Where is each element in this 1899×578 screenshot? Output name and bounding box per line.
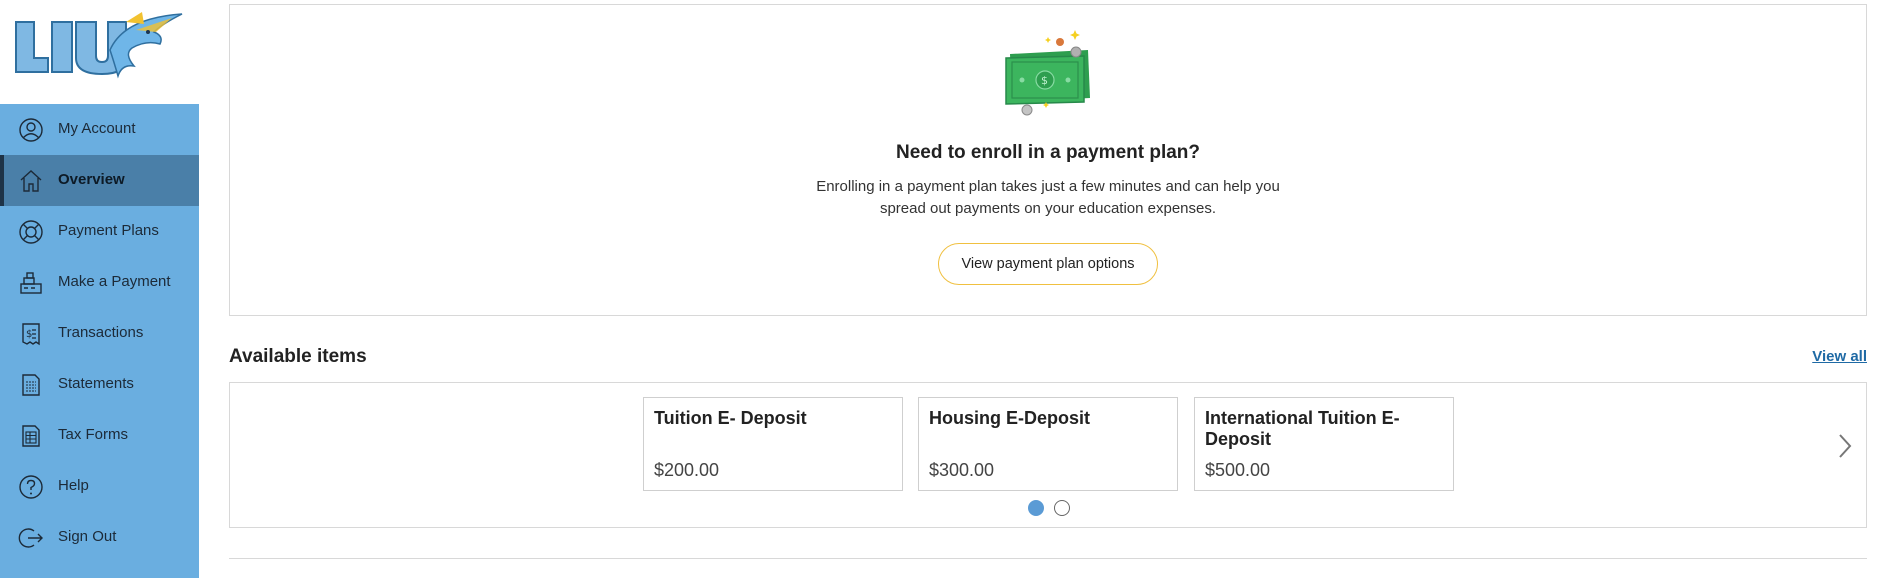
sidebar-item-transactions[interactable]: $ Transactions (0, 308, 199, 359)
sidebar-item-help[interactable]: Help (0, 461, 199, 512)
item-price: $300.00 (929, 460, 995, 480)
view-all-link[interactable]: View all (1812, 348, 1867, 365)
tax-form-icon (22, 425, 40, 447)
sidebar-item-payment-plans[interactable]: Payment Plans (0, 206, 199, 257)
home-icon (20, 170, 42, 192)
sidebar-item-sign-out[interactable]: Sign Out (0, 512, 199, 563)
sidebar-item-label: Tax Forms (58, 426, 129, 443)
enroll-description: Enrolling in a payment plan takes just a… (229, 176, 1867, 220)
liu-shark-logo[interactable] (14, 10, 184, 90)
item-name: Housing E-Deposit (929, 408, 1090, 428)
money-bill-icon: $ (1005, 30, 1090, 116)
sign-out-icon (18, 528, 43, 548)
section-divider (229, 558, 1867, 559)
sidebar-item-label: Transactions (58, 324, 144, 341)
cash-register-icon (20, 272, 42, 294)
available-items-heading: Available items (229, 346, 367, 367)
sidebar-item-my-account[interactable]: My Account (0, 104, 199, 155)
enroll-title: Need to enroll in a payment plan? (895, 142, 1201, 163)
item-price: $500.00 (1205, 460, 1271, 480)
logo-area[interactable] (0, 0, 199, 104)
chevron-right-icon[interactable] (1837, 432, 1853, 460)
sidebar-item-label: Sign Out (58, 528, 117, 545)
sidebar-item-label: Statements (58, 375, 134, 392)
sidebar-item-make-a-payment[interactable]: Make a Payment (0, 257, 199, 308)
sidebar-item-statements[interactable]: Statements (0, 359, 199, 410)
carousel-dot-2[interactable] (1054, 500, 1070, 516)
enroll-description-line: Enrolling in a payment plan takes just a… (816, 178, 1280, 195)
carousel-dot-1[interactable] (1028, 500, 1044, 516)
item-price: $200.00 (654, 460, 720, 480)
item-name: International Tuition E-Deposit (1205, 408, 1400, 449)
svg-text:$: $ (1041, 74, 1048, 87)
help-icon (19, 475, 43, 499)
sidebar-item-label: Help (58, 477, 89, 494)
sidebar-item-tax-forms[interactable]: Tax Forms (0, 410, 199, 461)
receipt-dollar-icon: $ (22, 323, 40, 346)
statement-document-icon (22, 374, 40, 396)
available-item-card[interactable]: Tuition E- Deposit $200.00 (643, 397, 903, 491)
enroll-description-line: spread out payments on your education ex… (879, 200, 1217, 217)
available-item-card[interactable]: Housing E-Deposit $300.00 (918, 397, 1178, 491)
lifebuoy-icon (19, 220, 43, 244)
sidebar-item-label: Overview (58, 171, 125, 188)
item-name: Tuition E- Deposit (654, 408, 807, 428)
svg-text:$: $ (26, 329, 32, 340)
available-item-card[interactable]: International Tuition E-Deposit $500.00 (1194, 397, 1454, 491)
sidebar-item-label: My Account (58, 120, 136, 137)
user-circle-icon (19, 118, 43, 142)
view-payment-plan-options-button[interactable]: View payment plan options (938, 243, 1158, 285)
sidebar-item-label: Payment Plans (58, 222, 159, 239)
sidebar: My Account Overview Payment Plans Make a… (0, 0, 199, 578)
sidebar-nav: My Account Overview Payment Plans Make a… (0, 104, 199, 563)
sidebar-item-label: Make a Payment (58, 273, 171, 290)
sidebar-item-overview[interactable]: Overview (0, 155, 199, 206)
